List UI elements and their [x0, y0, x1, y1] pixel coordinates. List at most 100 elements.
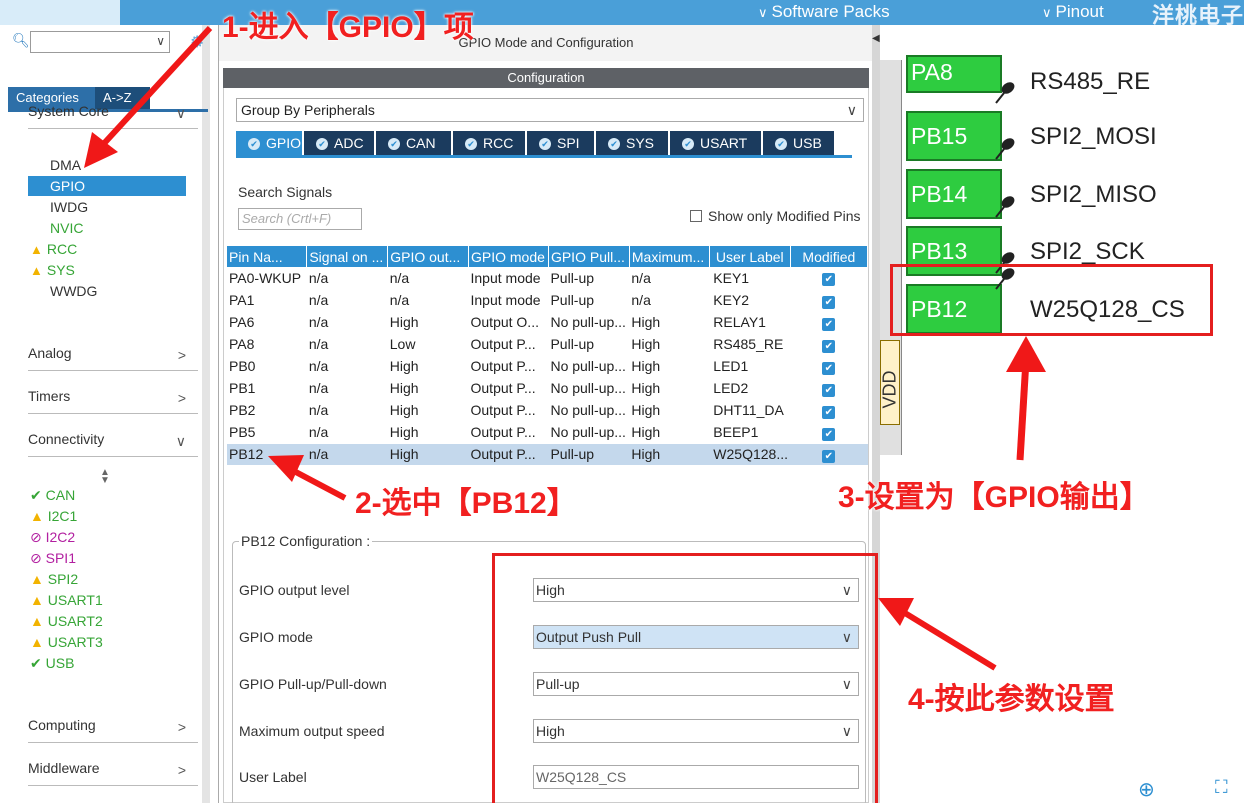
table-cell: Output P...	[468, 443, 549, 466]
pin-pb15[interactable]: PB15	[906, 111, 1002, 161]
column-header-signal[interactable]: Signal on ...	[306, 246, 389, 267]
table-cell: No pull-up...	[548, 311, 630, 334]
category-connectivity[interactable]: Connectivity ∨	[28, 431, 198, 457]
table-cell: RELAY1	[709, 311, 791, 334]
table-row[interactable]: PA8 n/a Low Output P... Pull-up High RS485_RE ✔	[227, 333, 868, 356]
pin-pb14[interactable]: PB14	[906, 169, 1002, 219]
sidebar-item-usart1[interactable]: ▲ USART1	[30, 590, 103, 610]
tab-adc[interactable]: ✔ ADC	[304, 131, 376, 155]
sidebar-item-spi2[interactable]: ▲ SPI2	[30, 569, 78, 589]
tab-usb[interactable]: ✔ USB	[763, 131, 836, 155]
search-signals-input[interactable]: Search (Crtl+F)	[238, 208, 362, 230]
sidebar-item-usart2[interactable]: ▲ USART2	[30, 611, 103, 631]
modified-checkbox-icon[interactable]: ✔	[822, 361, 836, 375]
search-icon: 🔍︎	[12, 32, 30, 48]
pinout-menu[interactable]: ∨ Pinout	[1042, 2, 1104, 22]
sort-icon[interactable]: ▲ ▼	[100, 468, 110, 486]
table-row[interactable]: PA6 n/a High Output O... No pull-up... High RE…	[227, 311, 868, 334]
column-header-user-label[interactable]: User Label	[709, 246, 791, 267]
sidebar-item-i2c2[interactable]: ⊘ I2C2	[30, 527, 75, 547]
table-cell: Output P...	[468, 355, 549, 378]
modified-checkbox-icon[interactable]: ✔	[822, 383, 836, 397]
table-cell: No pull-up...	[548, 377, 630, 400]
sidebar-item-gpio[interactable]: GPIO	[28, 176, 186, 196]
gpio-pull-label: GPIO Pull-up/Pull-down	[239, 676, 387, 692]
table-row[interactable]: PB5 n/a High Output P... No pull-up... High BE…	[227, 421, 868, 444]
collapse-arrow-icon[interactable]: ◀	[872, 33, 880, 44]
category-computing[interactable]: Computing >	[28, 717, 198, 743]
category-analog[interactable]: Analog >	[28, 345, 198, 371]
table-cell: High	[629, 399, 710, 422]
check-icon: ✔	[539, 138, 551, 150]
category-system-core[interactable]: System Core ∨	[28, 103, 198, 129]
table-cell: No pull-up...	[548, 355, 630, 378]
sidebar-item-wwdg[interactable]: WWDG	[50, 281, 97, 301]
column-header-pin-name[interactable]: Pin Na...	[227, 246, 308, 267]
group-by-select[interactable]: Group By Peripherals ∨	[236, 98, 864, 122]
sidebar-item-usart3[interactable]: ▲ USART3	[30, 632, 103, 652]
checkbox-icon[interactable]	[690, 210, 702, 222]
tab-spi[interactable]: ✔ SPI	[527, 131, 596, 155]
column-header-gpio-pull[interactable]: GPIO Pull...	[548, 246, 630, 267]
category-search-input[interactable]: ∨	[30, 31, 170, 53]
pushpin-icon	[995, 82, 1015, 104]
zoom-in-icon[interactable]: ⊕	[1138, 777, 1155, 802]
tab-rcc[interactable]: ✔ RCC	[453, 131, 527, 155]
modified-checkbox-icon[interactable]: ✔	[822, 339, 836, 353]
column-header-modified[interactable]: Modified	[790, 246, 869, 267]
software-packs-menu[interactable]: ∨ Software Packs	[758, 2, 890, 22]
sidebar-item-iwdg[interactable]: IWDG	[50, 197, 88, 217]
sidebar-item-i2c1[interactable]: ▲ I2C1	[30, 506, 77, 526]
annotation-step1: 1-进入【GPIO】项	[222, 11, 474, 44]
table-row[interactable]: PA1 n/a n/a Input mode Pull-up n/a KEY2 ✔	[227, 289, 868, 312]
tab-usart[interactable]: ✔ USART	[670, 131, 763, 155]
tab-can[interactable]: ✔ CAN	[376, 131, 453, 155]
modified-checkbox-icon[interactable]: ✔	[822, 427, 836, 441]
check-icon: ✔	[30, 487, 42, 503]
table-cell: BEEP1	[709, 421, 791, 444]
table-cell: Pull-up	[548, 443, 630, 466]
table-row[interactable]: PB2 n/a High Output P... No pull-up... High DH…	[227, 399, 868, 422]
sidebar-item-nvic[interactable]: NVIC	[50, 218, 83, 238]
table-cell: No pull-up...	[548, 421, 630, 444]
table-row[interactable]: PB12 n/a High Output P... Pull-up High W25Q128…	[227, 443, 868, 466]
category-timers[interactable]: Timers >	[28, 388, 198, 414]
gear-icon[interactable]: ⚙	[190, 32, 204, 52]
chevron-down-icon[interactable]: ∨	[156, 34, 165, 48]
column-header-max-speed[interactable]: Maximum...	[629, 246, 710, 267]
modified-checkbox-icon[interactable]: ✔	[822, 405, 836, 419]
modified-cell: ✔	[790, 289, 868, 312]
tab-gpio[interactable]: ✔ GPIO	[236, 131, 304, 155]
annotation-step2: 2-选中【PB12】	[355, 487, 577, 520]
vdd-pin[interactable]: VDD	[880, 340, 900, 425]
table-cell: High	[629, 443, 710, 466]
pushpin-icon	[995, 196, 1015, 218]
category-middleware[interactable]: Middleware >	[28, 760, 198, 786]
sidebar-item-dma[interactable]: DMA	[50, 155, 81, 175]
show-modified-checkbox[interactable]: Show only Modified Pins	[690, 208, 861, 224]
modified-checkbox-icon[interactable]: ✔	[822, 317, 836, 331]
sidebar-item-spi1[interactable]: ⊘ SPI1	[30, 548, 76, 568]
table-cell: High	[629, 377, 710, 400]
table-row[interactable]: PA0-WKUP n/a n/a Input mode Pull-up n/a KEY1 ✔	[227, 267, 868, 290]
fit-view-icon[interactable]: ⛶	[1215, 777, 1228, 798]
check-icon: ✔	[248, 138, 260, 150]
sidebar-item-usb[interactable]: ✔ USB	[30, 653, 74, 673]
sidebar-item-rcc[interactable]: ▲ RCC	[30, 239, 77, 259]
pin-pa8[interactable]: PA8	[906, 55, 1002, 93]
modified-checkbox-icon[interactable]: ✔	[822, 295, 836, 309]
table-row[interactable]: PB0 n/a High Output P... No pull-up... High LE…	[227, 355, 868, 378]
table-row[interactable]: PB1 n/a High Output P... No pull-up... High LE…	[227, 377, 868, 400]
column-header-gpio-mode[interactable]: GPIO mode	[468, 246, 549, 267]
modified-checkbox-icon[interactable]: ✔	[822, 449, 836, 463]
table-header-row: Pin Na... Signal on ... GPIO out... GPIO…	[227, 246, 869, 267]
pin-label-pb13: SPI2_SCK	[1030, 238, 1145, 265]
top-bar: ∨ Software Packs ∨ Pinout 洋桃电子	[0, 0, 1244, 28]
modified-checkbox-icon[interactable]: ✔	[822, 273, 836, 287]
table-cell: n/a	[306, 267, 388, 290]
column-header-gpio-output[interactable]: GPIO out...	[387, 246, 469, 267]
table-cell: Input mode	[468, 289, 549, 312]
tab-sys[interactable]: ✔ SYS	[596, 131, 670, 155]
sidebar-item-can[interactable]: ✔ CAN	[30, 485, 75, 505]
sidebar-item-sys[interactable]: ▲ SYS	[30, 260, 75, 280]
